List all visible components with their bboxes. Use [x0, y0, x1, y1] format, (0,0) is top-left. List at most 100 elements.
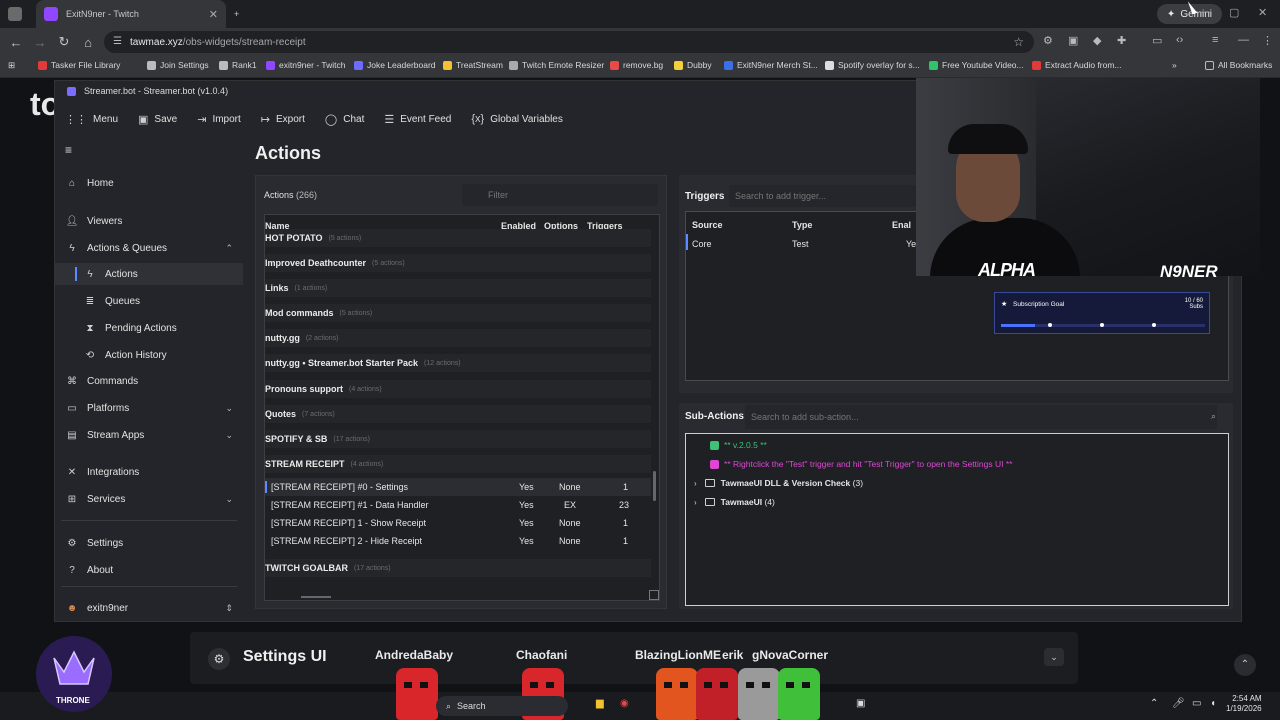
list-item[interactable]: › TawmaeUI (4): [694, 495, 775, 509]
action-group-row[interactable]: Quotes (7 actions): [265, 405, 651, 423]
sidebar-item-commands[interactable]: ⌘ Commands: [55, 370, 243, 392]
action-group-row[interactable]: HOT POTATO (5 actions): [265, 229, 651, 247]
chevron-down-icon[interactable]: ⌄: [1044, 648, 1064, 666]
extension-icon[interactable]: ◆: [1093, 34, 1101, 47]
vertical-scrollbar[interactable]: [653, 471, 656, 501]
apps-icon[interactable]: ⊞: [8, 60, 15, 71]
chrome-icon[interactable]: ◉: [620, 698, 629, 709]
bookmark-item[interactable]: Free Youtube Video...: [929, 60, 1024, 70]
extension-icon[interactable]: ▣: [1068, 34, 1078, 47]
tab-close-icon[interactable]: ✕: [209, 8, 218, 21]
forward-icon[interactable]: →: [28, 35, 52, 50]
action-group-row[interactable]: TWITCH GOALBAR (17 actions): [265, 559, 651, 577]
volume-icon[interactable]: ◖: [1210, 698, 1216, 709]
bookmark-item[interactable]: exitn9ner - Twitch: [266, 60, 345, 70]
action-group-row[interactable]: nutty.gg • Streamer.bot Starter Pack (12 …: [265, 354, 651, 372]
trigger-search-input[interactable]: [729, 185, 919, 207]
expand-chevron-icon[interactable]: ›: [694, 498, 697, 507]
cast-icon[interactable]: ▭: [1152, 34, 1162, 47]
event-feed-button[interactable]: ☰ Event Feed: [384, 113, 451, 126]
action-group-row[interactable]: nutty.gg (2 actions): [265, 329, 651, 347]
bookmark-item[interactable]: Joke Leaderboard: [354, 60, 436, 70]
bookmark-item[interactable]: TreatStream: [443, 60, 503, 70]
sidebar-item-integrations[interactable]: ✕ Integrations: [55, 461, 243, 483]
display-icon[interactable]: ▭: [1192, 698, 1201, 709]
column-header-source[interactable]: Source: [692, 220, 723, 230]
import-button[interactable]: ⇥ Import: [197, 113, 241, 126]
sidebar-item-actions-queues[interactable]: ϟ Actions & Queues ⌃: [55, 237, 243, 259]
sidebar-item-services[interactable]: ⊞ Services ⌄: [55, 488, 243, 510]
file-explorer-icon[interactable]: ▆: [596, 698, 604, 709]
sidebar-item-home[interactable]: ⌂ Home: [55, 172, 243, 194]
bookmarks-overflow-icon[interactable]: »: [1172, 60, 1177, 70]
gear-icon[interactable]: ⚙: [208, 648, 230, 670]
bookmark-item[interactable]: Spotify overlay for s...: [825, 60, 920, 70]
horizontal-scrollbar[interactable]: [301, 596, 331, 598]
column-header-type[interactable]: Type: [792, 220, 812, 230]
sidebar-item-settings[interactable]: ⚙ Settings: [55, 532, 243, 554]
user-account-menu[interactable]: ☻ exitn9ner ⇕: [55, 597, 243, 619]
browser-tab-other[interactable]: [0, 0, 36, 28]
site-info-icon[interactable]: ☰: [113, 36, 122, 47]
url-bar[interactable]: ☰ tawmae.xyz/obs-widgets/stream-receipt …: [104, 31, 1034, 53]
bookmark-item[interactable]: Extract Audio from...: [1032, 60, 1122, 70]
table-row[interactable]: [STREAM RECEIPT] #0 - Settings Yes None …: [265, 478, 651, 496]
all-bookmarks-folder[interactable]: All Bookmarks: [1205, 60, 1272, 70]
bookmark-item[interactable]: Dubby: [674, 60, 712, 70]
resize-handle[interactable]: [649, 590, 659, 600]
sidebar-item-platforms[interactable]: ▭ Platforms ⌄: [55, 397, 243, 419]
extension-icon[interactable]: ⚙: [1043, 34, 1053, 47]
back-icon[interactable]: ←: [4, 35, 28, 50]
bookmark-item[interactable]: Twitch Emote Resizer: [509, 60, 604, 70]
export-button[interactable]: ↦ Export: [261, 113, 305, 126]
sidebar-item-stream-apps[interactable]: ▤ Stream Apps ⌄: [55, 424, 243, 446]
bookmark-star-icon[interactable]: ☆: [1013, 35, 1024, 49]
taskbar-app-icon[interactable]: ▣: [856, 698, 865, 709]
subaction-search-input[interactable]: [745, 405, 1217, 429]
sidebar-item-queues[interactable]: ≣ Queues: [55, 290, 243, 312]
bookmark-item[interactable]: Tasker File Library: [38, 60, 120, 70]
reload-icon[interactable]: ↻: [52, 34, 76, 50]
column-header-enabled[interactable]: Enal: [892, 220, 911, 230]
chat-button[interactable]: ◯ Chat: [325, 113, 364, 126]
menu-button[interactable]: ⋮⋮ Menu: [65, 113, 118, 126]
bookmark-item[interactable]: Rank1: [219, 60, 257, 70]
taskbar-clock[interactable]: 2:54 AM 1/19/2026: [1226, 694, 1262, 714]
menu-kebab-icon[interactable]: ⋮: [1262, 34, 1273, 47]
sidebar-item-actions[interactable]: ϟ Actions: [55, 263, 243, 285]
table-row[interactable]: [STREAM RECEIPT] 2 - Hide Receipt Yes No…: [265, 532, 651, 550]
maximize-icon[interactable]: ▢: [1229, 6, 1239, 19]
sidebar-item-about[interactable]: ? About: [55, 559, 243, 581]
media-icon[interactable]: ≡: [1212, 34, 1218, 46]
devtools-icon[interactable]: ‹›: [1176, 34, 1183, 46]
action-group-row[interactable]: Improved Deathcounter (5 actions): [265, 254, 651, 272]
action-group-row[interactable]: Pronouns support (4 actions): [265, 380, 651, 398]
tray-chevron-icon[interactable]: ⌃: [1150, 698, 1158, 709]
list-item[interactable]: › TawmaeUI DLL & Version Check (3): [694, 476, 863, 490]
puzzle-icon[interactable]: ✚: [1117, 34, 1126, 47]
action-group-row[interactable]: Links (1 actions): [265, 279, 651, 297]
table-row[interactable]: [STREAM RECEIPT] 1 - Show Receipt Yes No…: [265, 514, 651, 532]
hamburger-icon[interactable]: ≡: [65, 143, 72, 157]
action-group-row[interactable]: SPOTIFY & SB (17 actions): [265, 430, 651, 448]
microphone-icon[interactable]: 🎤︎: [1172, 698, 1185, 709]
new-tab-button[interactable]: +: [226, 0, 247, 28]
list-item[interactable]: ** v.2.0.5 **: [710, 438, 767, 452]
global-variables-button[interactable]: {x} Global Variables: [471, 113, 563, 125]
window-close-icon[interactable]: ✕: [1258, 6, 1267, 19]
bookmark-item[interactable]: ExitN9ner Merch St...: [724, 60, 818, 70]
minimize-icon[interactable]: —: [1200, 6, 1211, 18]
action-group-row[interactable]: STREAM RECEIPT (4 actions): [265, 455, 651, 473]
sidebar-item-action-history[interactable]: ⟲ Action History: [55, 344, 243, 366]
scroll-to-top-button[interactable]: ⌃: [1234, 654, 1256, 676]
sidebar-item-pending-actions[interactable]: ⧗ Pending Actions: [55, 317, 243, 339]
taskbar-search[interactable]: ⌕ Search: [436, 696, 568, 716]
profile-icon[interactable]: —: [1238, 34, 1249, 46]
sidebar-item-viewers[interactable]: 👤︎ Viewers: [55, 210, 243, 232]
action-group-row[interactable]: Mod commands (5 actions): [265, 304, 651, 322]
list-item[interactable]: ** Rightclick the "Test" trigger and hit…: [710, 457, 1012, 471]
save-button[interactable]: ▣ Save: [138, 113, 177, 126]
home-icon[interactable]: ⌂: [76, 35, 100, 50]
table-row[interactable]: Core Test Ye: [686, 234, 926, 250]
bookmark-item[interactable]: Join Settings: [147, 60, 209, 70]
